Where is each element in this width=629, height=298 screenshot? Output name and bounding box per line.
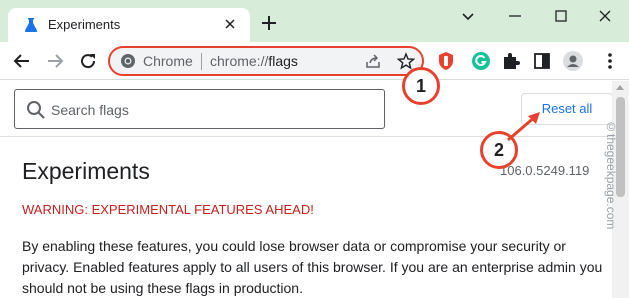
tab-strip: Experiments xyxy=(0,0,629,42)
annotation-arrow xyxy=(507,112,540,142)
site-chip: Chrome xyxy=(143,53,193,69)
chrome-icon xyxy=(121,54,135,68)
tab-title: Experiments xyxy=(48,17,121,32)
url-host: flags xyxy=(268,53,298,69)
grammarly-icon[interactable] xyxy=(471,51,491,71)
search-input[interactable] xyxy=(51,99,371,121)
puzzle-icon[interactable] xyxy=(501,51,521,71)
url-scheme: chrome:// xyxy=(210,53,269,69)
share-icon[interactable] xyxy=(364,52,382,70)
address-bar[interactable]: Chrome chrome://flags xyxy=(108,46,424,76)
forward-arrow-icon[interactable] xyxy=(45,51,65,71)
close-icon[interactable] xyxy=(222,16,238,32)
profile-icon[interactable] xyxy=(563,51,583,71)
flags-content: Experiments 106.0.5249.119 WARNING: EXPE… xyxy=(0,138,612,298)
kebab-menu-icon[interactable] xyxy=(600,51,620,71)
page-title: Experiments xyxy=(22,158,150,184)
plus-icon[interactable] xyxy=(260,14,278,32)
minimize-icon[interactable] xyxy=(505,6,525,26)
tab-experiments[interactable]: Experiments xyxy=(8,8,250,42)
url-text[interactable]: chrome://flags xyxy=(210,53,298,69)
version-number: 106.0.5249.119 xyxy=(500,163,590,178)
search-icon xyxy=(27,101,45,119)
scroll-up-arrow-icon[interactable] xyxy=(616,85,624,90)
maximize-icon[interactable] xyxy=(551,6,571,26)
annotation-marker-1: 1 xyxy=(402,67,440,105)
chevron-down-icon[interactable] xyxy=(458,6,478,26)
warning-text: WARNING: EXPERIMENTAL FEATURES AHEAD! xyxy=(22,202,314,217)
flask-icon xyxy=(24,18,38,32)
reload-icon[interactable] xyxy=(78,51,98,71)
shield-extension-icon[interactable] xyxy=(436,51,456,71)
search-box[interactable] xyxy=(14,89,385,129)
close-window-icon[interactable] xyxy=(595,6,615,26)
back-arrow-icon[interactable] xyxy=(12,51,32,71)
watermark: ©thegeekpage.com xyxy=(604,120,618,230)
star-icon[interactable] xyxy=(397,52,415,70)
side-panel-icon[interactable] xyxy=(532,51,552,71)
omnibox-divider xyxy=(201,53,202,70)
description-text: By enabling these features, you could lo… xyxy=(22,238,603,296)
